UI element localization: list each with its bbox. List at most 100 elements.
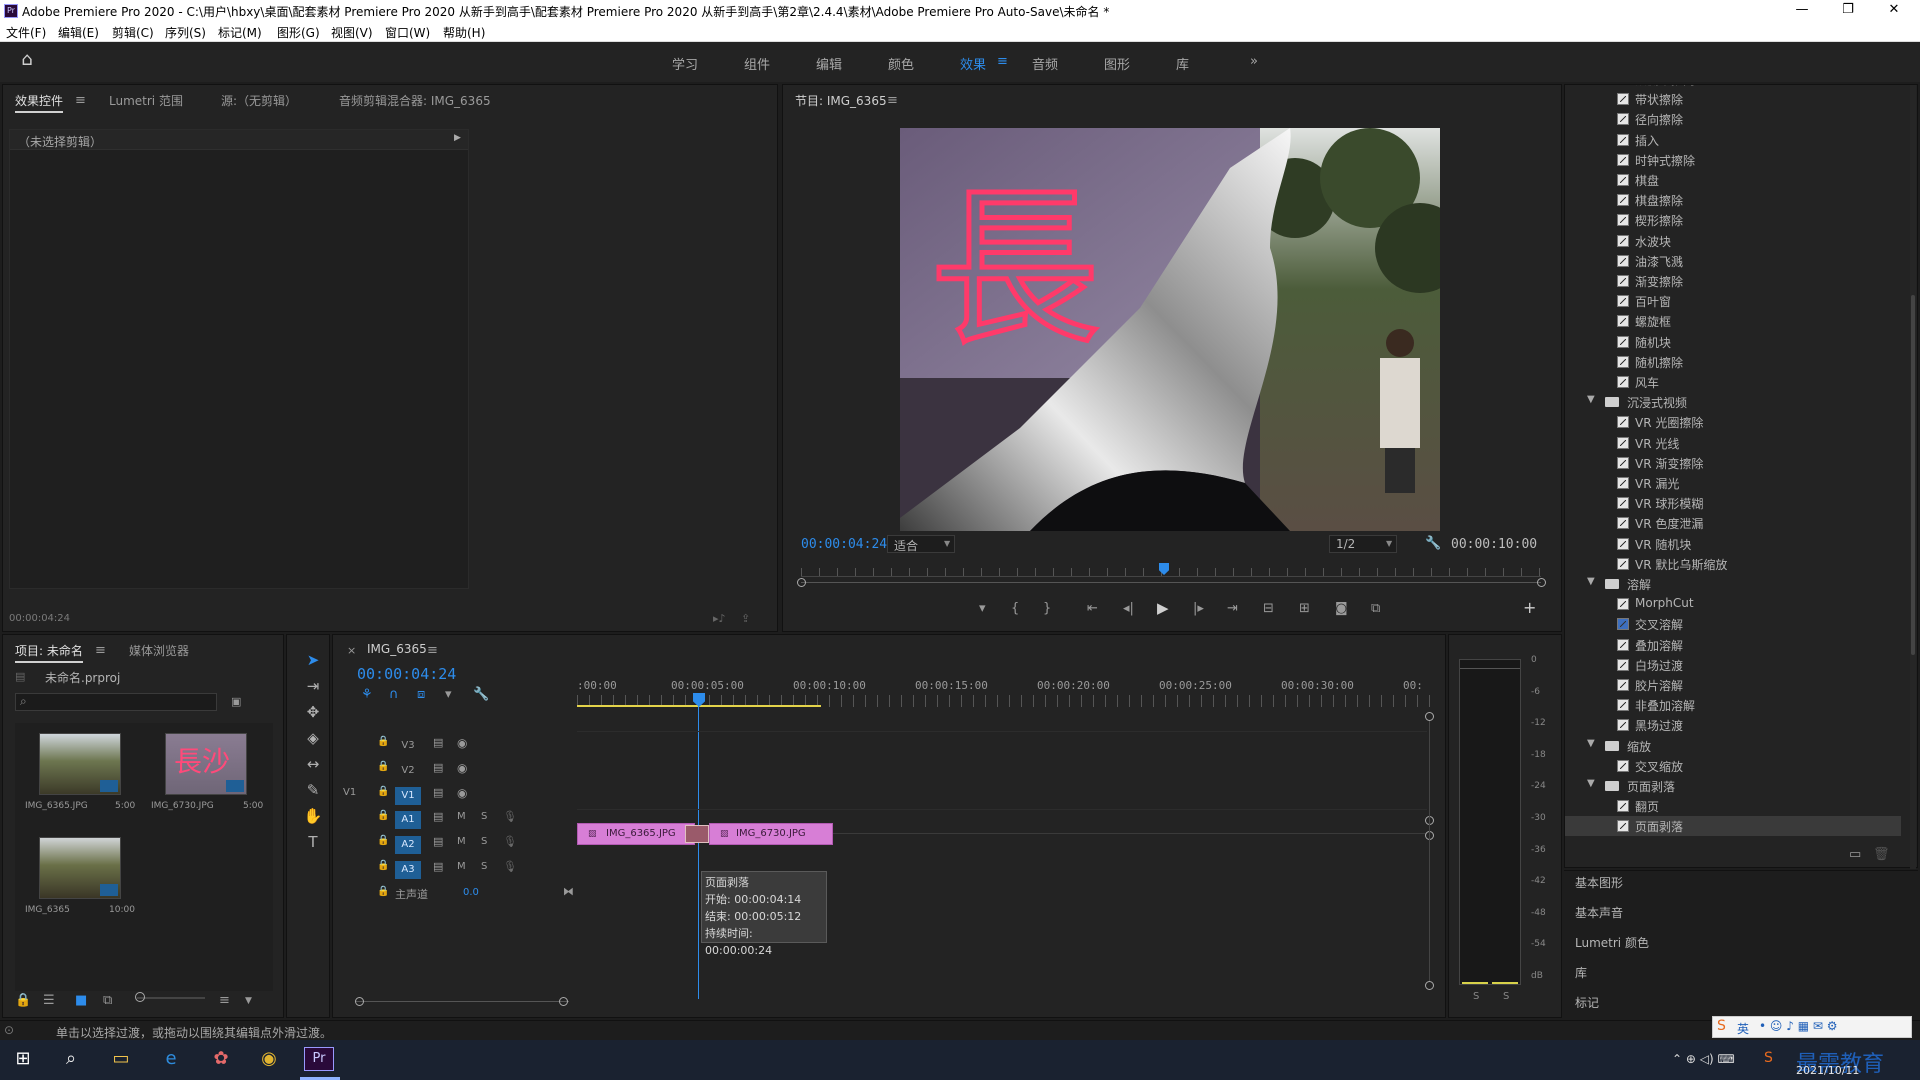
voiceover-mic-icon[interactable]: 🎙 [503,835,517,848]
chevron-down-icon[interactable]: ▼ [1587,778,1595,789]
solo-button[interactable]: S [481,861,487,872]
effects-item[interactable]: 交叉缩放 [1565,756,1901,776]
button-editor-plus-icon[interactable]: + [1523,600,1536,616]
program-monitor-title[interactable]: 节目: IMG_6365 [795,92,887,109]
go-to-end-icon[interactable]: ⧓ [563,885,574,898]
comparison-view-icon[interactable]: ⧉ [1371,601,1380,617]
master-volume-value[interactable]: 0.0 [463,887,479,898]
program-video-frame[interactable]: 長 [900,128,1440,531]
effects-item[interactable]: MorphCut [1565,594,1901,614]
tab-lumetri-scopes[interactable]: Lumetri 范围 [109,92,183,109]
filter-icon[interactable]: ▸♪ [713,611,726,627]
workspace-menu-icon[interactable]: ≡ [997,54,1008,70]
add-marker-icon[interactable]: ▾ [979,601,986,617]
effects-item[interactable]: 翻页 [1565,796,1901,816]
delete-trash-icon[interactable]: 🗑 [1873,847,1890,863]
close-sequence-icon[interactable]: × [347,643,356,659]
page-peel-transition-block[interactable] [685,825,709,843]
effects-item[interactable]: VR 色度泄漏 [1565,513,1901,533]
voiceover-mic-icon[interactable]: 🎙 [503,860,517,873]
ime-tool-icons[interactable]: • ☺ ♪ ▦ ✉ ⚙ [1759,1019,1837,1033]
chevron-down-icon[interactable]: ▼ [1587,394,1595,405]
timeline-zoom-handle-right[interactable] [559,997,568,1006]
resolution-dropdown[interactable]: 1/2 ▼ [1329,535,1397,553]
project-thumb-sequence[interactable] [39,837,121,899]
play-icon[interactable]: ▶ [1157,600,1169,616]
export-icon[interactable]: ⇪ [741,611,750,627]
chevron-down-icon[interactable]: ▼ [1587,738,1595,749]
solo-right-button[interactable]: S [1503,991,1509,1002]
ripple-edit-tool-icon[interactable]: ✥ [301,703,325,725]
paint-app-icon[interactable]: ✿ [208,1048,234,1072]
track-target-button[interactable]: A2 [395,836,421,854]
timeline-clip-img6730[interactable]: ▨ IMG_6730.JPG [709,823,833,845]
tab-media-browser[interactable]: 媒体浏览器 [129,642,189,659]
voiceover-mic-icon[interactable]: 🎙 [503,810,517,823]
file-explorer-icon[interactable]: ▭ [108,1048,134,1072]
effects-item[interactable]: 叠加溶解 [1565,635,1901,655]
menu-clip[interactable]: 剪辑(C) [112,24,154,41]
list-view-icon[interactable]: ☰ [43,993,55,1009]
selection-tool-icon[interactable]: ➤ [301,651,325,673]
hand-tool-icon[interactable]: ✋ [301,807,325,829]
track-select-tool-icon[interactable]: ⇥ [301,677,325,699]
tab-sequence[interactable]: IMG_6365 [367,642,427,656]
effects-scrollbar[interactable] [1910,85,1916,869]
zoom-slider-handle[interactable] [135,992,145,1002]
menu-edit[interactable]: 编辑(E) [58,24,99,41]
solo-button[interactable]: S [481,811,487,822]
mark-in-icon[interactable]: { [1011,601,1019,617]
mark-out-icon[interactable]: } [1043,601,1051,617]
timeline-playhead-line[interactable] [698,705,699,999]
workspace-tab-editing[interactable]: 编辑 [816,54,842,73]
chrome-browser-icon[interactable]: ◉ [256,1048,282,1072]
step-back-icon[interactable]: ◂| [1123,601,1134,617]
track-visibility-eye-icon[interactable]: ◉ [457,761,467,775]
track-target-button[interactable]: V2 [395,762,421,780]
project-thumb-img6365[interactable] [39,733,121,795]
fit-dropdown[interactable]: 适合 ▼ [887,535,955,553]
chevron-down-icon[interactable]: ▼ [245,993,252,1009]
effects-item[interactable]: 非叠加溶解 [1565,695,1901,715]
effects-item[interactable]: 带状擦除 [1565,89,1901,109]
section-essential-sound[interactable]: 基本声音 [1575,904,1623,921]
effects-item[interactable]: 棋盘擦除 [1565,190,1901,210]
section-libraries[interactable]: 库 [1575,964,1587,981]
effects-item[interactable]: VR 渐变擦除 [1565,453,1901,473]
effects-item[interactable]: 随机擦除 [1565,352,1901,372]
snap-magnet-icon[interactable]: ∩ [389,687,399,703]
effects-item[interactable]: 螺旋框 [1565,311,1901,331]
restore-button[interactable]: ❐ [1828,2,1868,20]
pen-tool-icon[interactable]: ✎ [301,781,325,803]
track-lock-icon[interactable]: 🔒 [377,786,389,797]
solo-button[interactable]: S [481,836,487,847]
track-visibility-eye-icon[interactable]: ◉ [457,786,467,800]
effects-item[interactable]: 页面剥落 [1565,816,1901,837]
effects-item[interactable]: 百叶窗 [1565,291,1901,311]
home-icon[interactable]: ⌂ [16,51,38,72]
effects-item[interactable]: 油漆飞溅 [1565,251,1901,271]
effects-item[interactable]: 楔形擦除 [1565,210,1901,230]
snap-nest-icon[interactable]: ⚘ [361,687,373,703]
new-bin-folder-icon[interactable]: ▭ [1849,847,1861,863]
effects-item[interactable]: VR 光线 [1565,433,1901,453]
effects-scroll-thumb[interactable] [1911,295,1915,655]
go-to-out-icon[interactable]: ⇥ [1227,601,1238,617]
menu-sequence[interactable]: 序列(S) [165,24,206,41]
track-target-button[interactable]: A3 [395,861,421,879]
timeline-timecode[interactable]: 00:00:04:24 [357,665,456,683]
windows-start-icon[interactable]: ⊞ [10,1048,36,1072]
workspace-tab-libraries[interactable]: 库 [1176,54,1189,73]
tray-icons[interactable]: ⌃ ⊕ ◁) ⌨ [1672,1052,1735,1066]
workspace-tab-assembly[interactable]: 组件 [744,54,770,73]
effects-folder[interactable]: ▼ 页面剥落 [1565,776,1901,796]
workspace-tab-graphics[interactable]: 图形 [1104,54,1130,73]
effects-item[interactable]: 黑场过渡 [1565,715,1901,735]
ime-toolbar[interactable]: S 英 • ☺ ♪ ▦ ✉ ⚙ [1712,1016,1912,1038]
track-target-button[interactable]: V3 [395,737,421,755]
expand-arrow-icon[interactable]: ▶ [454,133,461,143]
timeline-settings-wrench-icon[interactable]: 🔧 [473,687,489,703]
program-time-ruler[interactable] [801,568,1541,580]
effects-item[interactable]: 插入 [1565,130,1901,150]
slip-tool-icon[interactable]: ↔ [301,755,325,777]
